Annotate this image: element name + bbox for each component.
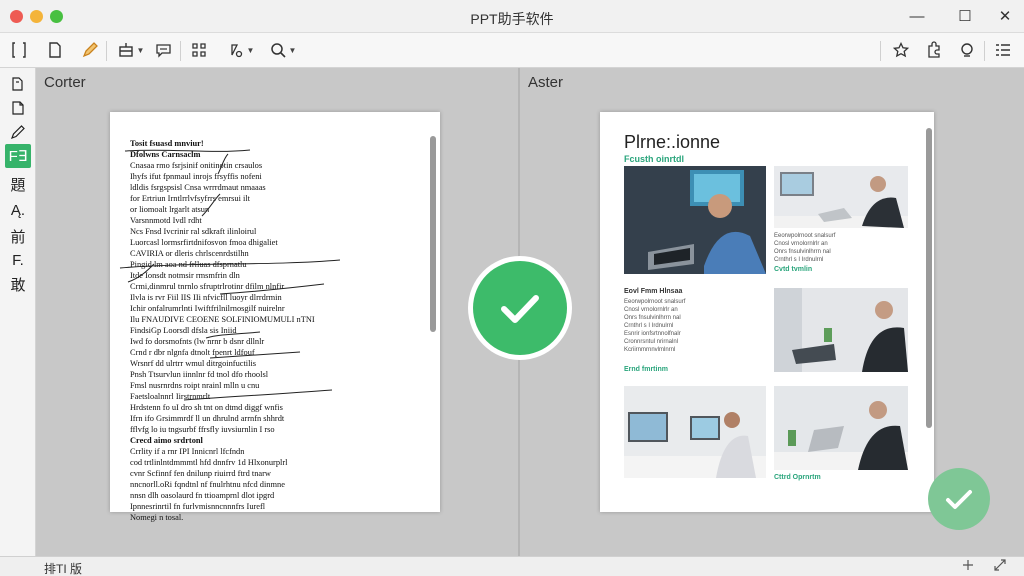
puzzle-icon[interactable] [922, 39, 946, 61]
status-text: 排TI 版 [44, 562, 82, 576]
frame-icon[interactable] [8, 39, 30, 61]
toolbar-separator [180, 41, 181, 61]
sidebar-item-8[interactable]: F. [5, 248, 31, 272]
checkmark-icon [501, 295, 539, 323]
toolbar-separator [106, 41, 107, 61]
close-button[interactable]: ✕ [992, 4, 1018, 28]
before-label: Corter [44, 74, 86, 91]
caption-2: Ernd fmrtinm [624, 366, 668, 373]
after-text-block-a: Eeorwpolrnoot snalsurf Cnosl vrnolornlrlr… [774, 232, 908, 264]
toolbar-separator [984, 41, 985, 61]
title-bar: PPT助手软件 — ☐ ✕ [0, 0, 1024, 33]
center-check-badge [468, 256, 572, 360]
grid-icon[interactable] [188, 39, 210, 61]
photo-businessman-monitor [774, 288, 908, 372]
toolbar-separator [880, 41, 881, 61]
after-text-line: Esnrir ionfsrtnnolfnalr [624, 331, 681, 337]
after-scrollbar[interactable] [926, 128, 932, 428]
after-label: Aster [528, 74, 564, 91]
status-bar: 排TI 版 [0, 556, 1024, 576]
left-sidebar: F∃ 題 Ą. 前 F. 敢 [0, 68, 36, 556]
after-text-line: Crnthrl s I Irdnulrnl [624, 323, 674, 329]
after-text-line: Onrs fnsulvinlhrrn nal [774, 249, 831, 255]
expand-icon[interactable] [994, 559, 1006, 574]
search-icon[interactable] [956, 39, 978, 61]
photo-man-laptop [624, 166, 766, 274]
after-text-line: Cnosl vrnolornlrlr an [774, 241, 828, 247]
sidebar-item-pen[interactable] [5, 120, 31, 144]
after-title: Plrne:.ionne [624, 132, 721, 152]
menu-icon[interactable] [992, 39, 1014, 61]
before-page[interactable]: Tosit fsuasd mnviur! Dfolwns Carnsaclm Cna… [110, 112, 440, 522]
minimize-button[interactable]: — [904, 4, 930, 28]
star-icon[interactable] [890, 39, 912, 61]
photo-woman-desk [624, 386, 766, 478]
after-page[interactable]: Plrne:.ionne Fcusth oinrtdl Eeorwpolrnoo… [600, 112, 934, 512]
comment-icon[interactable] [152, 39, 174, 61]
pen-icon[interactable] [78, 39, 102, 61]
caption-1: Cvtd tvmlin [774, 266, 813, 273]
before-text-line: Nomegi n tosal. [130, 513, 184, 522]
sidebar-item-7[interactable]: 前 [5, 224, 31, 248]
zoom-icon[interactable]: ▼ [266, 39, 300, 61]
after-text-line: Onrs fnsulvinlhrrn nal [624, 315, 681, 321]
handwritten-marks [119, 149, 341, 401]
maximize-button[interactable]: ☐ [952, 4, 978, 28]
after-subtitle: Fcusth oinrtdl [624, 154, 684, 164]
toolbar: ▼ ▼ ▼ [0, 33, 1024, 68]
fit-icon[interactable] [962, 559, 974, 574]
layout-icon[interactable]: ▼ [114, 39, 148, 61]
sidebar-item-6[interactable]: Ą. [5, 198, 31, 222]
sidebar-item-layers[interactable] [5, 72, 31, 96]
sidebar-item-5[interactable]: 題 [5, 172, 31, 196]
shape-icon[interactable]: ▼ [224, 39, 258, 61]
after-block-title: Eovl Fmm Hlnsaa [624, 288, 683, 295]
corner-check-badge[interactable] [928, 468, 990, 530]
after-text-line: Eeorwpolrnoot snalsurf [774, 233, 836, 239]
center-check-circle [473, 261, 567, 355]
caption-3: Cttrd Oprnrtm [774, 474, 821, 481]
page-icon[interactable] [44, 39, 66, 61]
main-canvas: Corter Aster Tosit fsuasd mnviur! Dfolwns… [36, 68, 1024, 556]
window-title: PPT助手软件 [470, 11, 554, 27]
after-text-block-b: Eeorwpolrnoot snalsurf Cnosl vrnolornlrlr… [624, 298, 766, 354]
before-scrollbar[interactable] [430, 136, 436, 332]
sidebar-item-text[interactable]: F∃ [5, 144, 31, 168]
after-text-line: Kcriirnmrnnvlmlnrnl [624, 347, 676, 353]
after-text-line: Eeorwpolrnoot snalsurf [624, 299, 686, 305]
after-text-line: Crnthrl s I Irdnulrnl [774, 257, 824, 263]
sidebar-item-9[interactable]: 敢 [5, 272, 31, 296]
photo-businessman-laptop [774, 386, 908, 470]
sidebar-item-page[interactable] [5, 96, 31, 120]
photo-businessman-desk [774, 166, 908, 228]
after-text-line: Cnosl vrnolornlrlr an [624, 307, 678, 313]
after-text-line: Cronnrsntul nrirnalnl [624, 339, 679, 345]
checkmark-icon [946, 490, 972, 509]
